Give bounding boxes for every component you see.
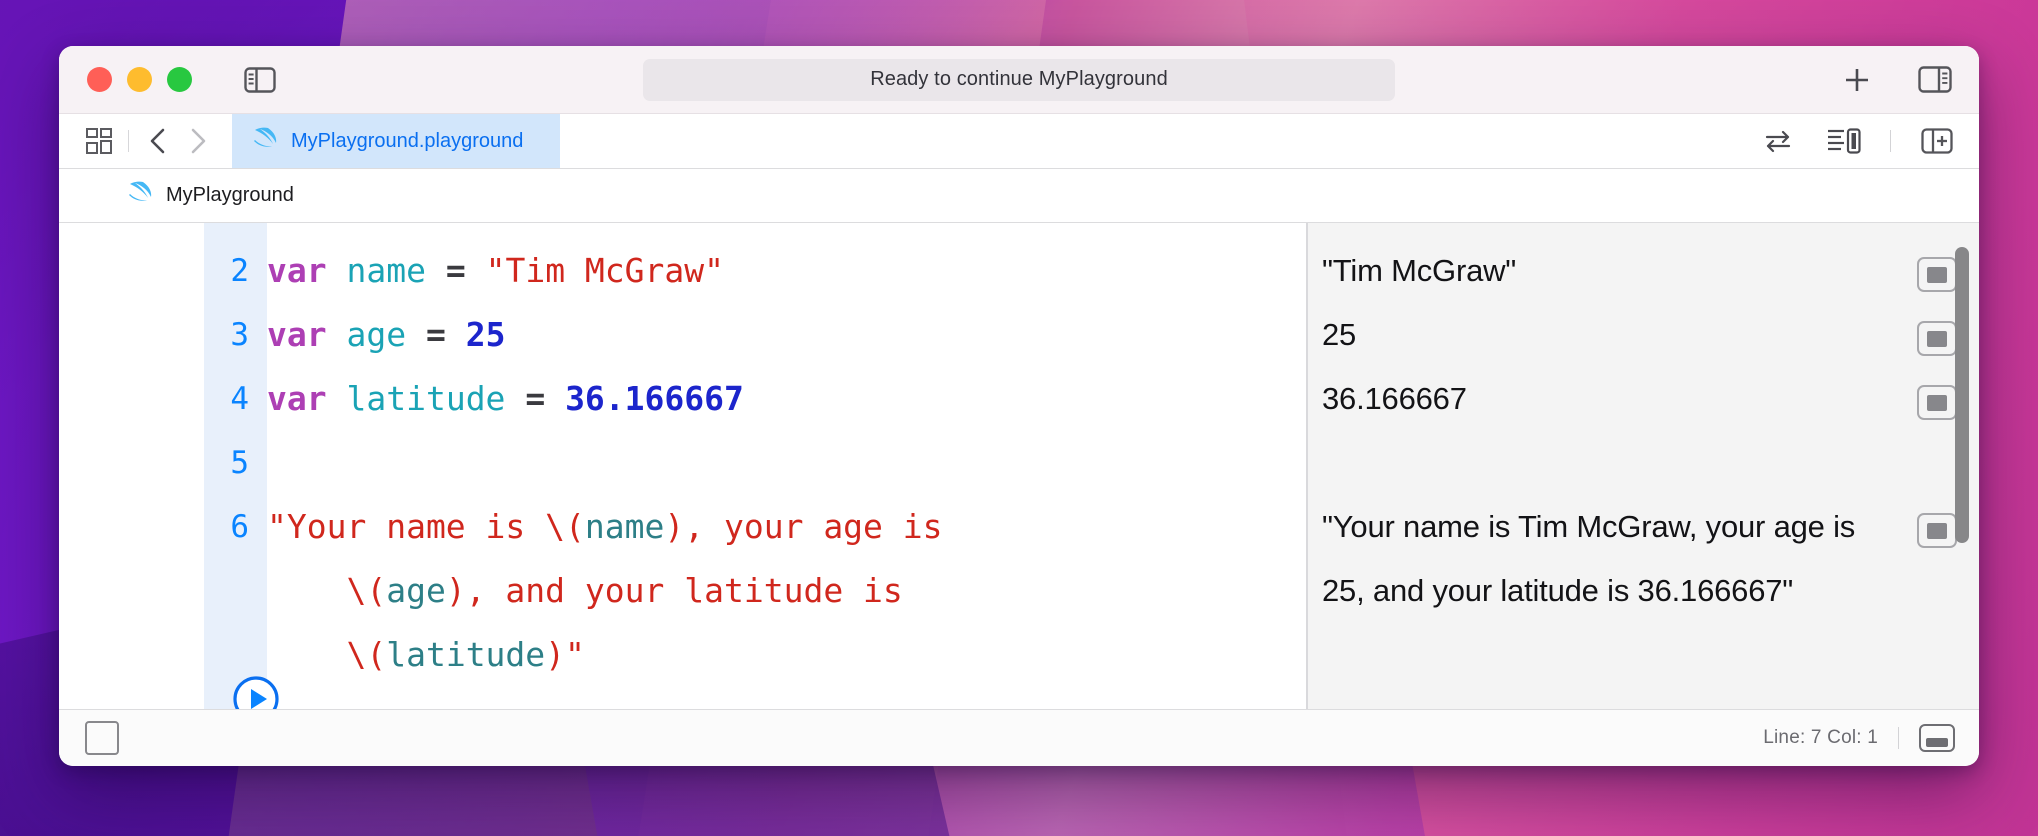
line-number: 6: [230, 509, 249, 545]
result-row[interactable]: 25: [1308, 303, 1979, 367]
code-line[interactable]: 6 "Your name is \(name), your age is: [59, 495, 1306, 559]
xcode-window: Ready to continue MyPlayground MyPlaygro…: [59, 46, 1979, 766]
inspector-toggle-icon[interactable]: [1915, 60, 1955, 100]
code-line[interactable]: 5: [59, 431, 1306, 495]
line-col-indicator: Line: 7 Col: 1: [1763, 727, 1878, 748]
line-number: 2: [230, 253, 249, 289]
code-text: \(age), and your latitude is: [267, 571, 903, 610]
swift-file-icon: [252, 127, 278, 156]
quick-look-button[interactable]: [1917, 385, 1957, 420]
grid-view-icon[interactable]: [79, 121, 119, 161]
editor-area: 2 var name = "Tim McGraw" 3 var age = 25 4 va…: [59, 223, 1979, 709]
back-button[interactable]: [138, 121, 178, 161]
divider: [128, 130, 129, 152]
result-row[interactable]: "Your name is Tim McGraw, your age is 25…: [1308, 495, 1979, 623]
bottom-status-bar: Line: 7 Col: 1: [59, 709, 1979, 766]
tab-bar: MyPlayground.playground: [59, 114, 1979, 169]
result-value: "Tim McGraw": [1322, 253, 1517, 288]
divider: [1890, 130, 1891, 152]
close-button[interactable]: [87, 67, 112, 92]
quick-look-button[interactable]: [1917, 257, 1957, 292]
tabbar-right-controls: [1758, 114, 1957, 168]
swap-arrows-icon[interactable]: [1758, 121, 1798, 161]
code-line[interactable]: \(age), and your latitude is: [59, 559, 1306, 623]
debug-area-left-toggle[interactable]: [85, 721, 119, 755]
result-spacer: [1308, 431, 1979, 495]
result-value: "Your name is Tim McGraw, your age is 25…: [1322, 509, 1864, 608]
status-text: Ready to continue MyPlayground: [870, 68, 1168, 90]
tab-left-controls: [59, 114, 218, 168]
line-number: 5: [230, 445, 249, 481]
tab-label: MyPlayground.playground: [291, 129, 524, 152]
forward-button[interactable]: [178, 121, 218, 161]
code-text: var latitude = 36.166667: [267, 379, 744, 418]
add-button[interactable]: [1837, 60, 1877, 100]
sidebar-left-toggle-icon[interactable]: [240, 60, 280, 100]
window-titlebar: Ready to continue MyPlayground: [59, 46, 1979, 114]
swift-file-icon: [127, 181, 153, 210]
minimize-button[interactable]: [127, 67, 152, 92]
code-line[interactable]: 3 var age = 25: [59, 303, 1306, 367]
quick-look-button[interactable]: [1917, 513, 1957, 548]
status-bar[interactable]: Ready to continue MyPlayground: [643, 58, 1395, 101]
run-playground-button[interactable]: [232, 675, 280, 709]
breadcrumb[interactable]: MyPlayground: [59, 169, 1979, 223]
result-value: 25: [1322, 317, 1357, 352]
code-text: var age = 25: [267, 315, 506, 354]
line-number: 3: [230, 317, 249, 353]
result-value: 36.166667: [1322, 381, 1467, 416]
code-text: "Your name is \(name), your age is: [267, 507, 943, 546]
quick-look-button[interactable]: [1917, 321, 1957, 356]
desktop-wallpaper: Ready to continue MyPlayground MyPlaygro…: [0, 0, 2038, 836]
source-editor[interactable]: 2 var name = "Tim McGraw" 3 var age = 25 4 va…: [59, 223, 1307, 709]
result-row[interactable]: 36.166667: [1308, 367, 1979, 431]
code-line[interactable]: 2 var name = "Tim McGraw": [59, 239, 1306, 303]
window-controls: [87, 67, 192, 92]
results-list: "Tim McGraw" 25 36.166667 "Your name is Tim…: [1308, 223, 1979, 623]
results-scrollbar[interactable]: [1955, 247, 1969, 543]
results-sidebar[interactable]: "Tim McGraw" 25 36.166667 "Your name is Tim…: [1307, 223, 1979, 709]
debug-area-toggle-icon[interactable]: [1919, 724, 1955, 752]
code-line[interactable]: 4 var latitude = 36.166667: [59, 367, 1306, 431]
breadcrumb-label: MyPlayground: [166, 184, 294, 206]
editor-options-icon[interactable]: [1824, 121, 1864, 161]
divider: [1898, 727, 1899, 749]
add-editor-icon[interactable]: [1917, 121, 1957, 161]
result-row[interactable]: "Tim McGraw": [1308, 239, 1979, 303]
titlebar-right-controls: [1837, 60, 1955, 100]
code-text: var name = "Tim McGraw": [267, 251, 725, 290]
line-number: 4: [230, 381, 249, 417]
code-text: \(latitude)": [267, 635, 585, 674]
code-lines: 2 var name = "Tim McGraw" 3 var age = 25 4 va…: [59, 223, 1306, 687]
bottombar-right-controls: Line: 7 Col: 1: [1763, 724, 1955, 752]
zoom-button[interactable]: [167, 67, 192, 92]
tab-myplayground[interactable]: MyPlayground.playground: [232, 114, 560, 168]
